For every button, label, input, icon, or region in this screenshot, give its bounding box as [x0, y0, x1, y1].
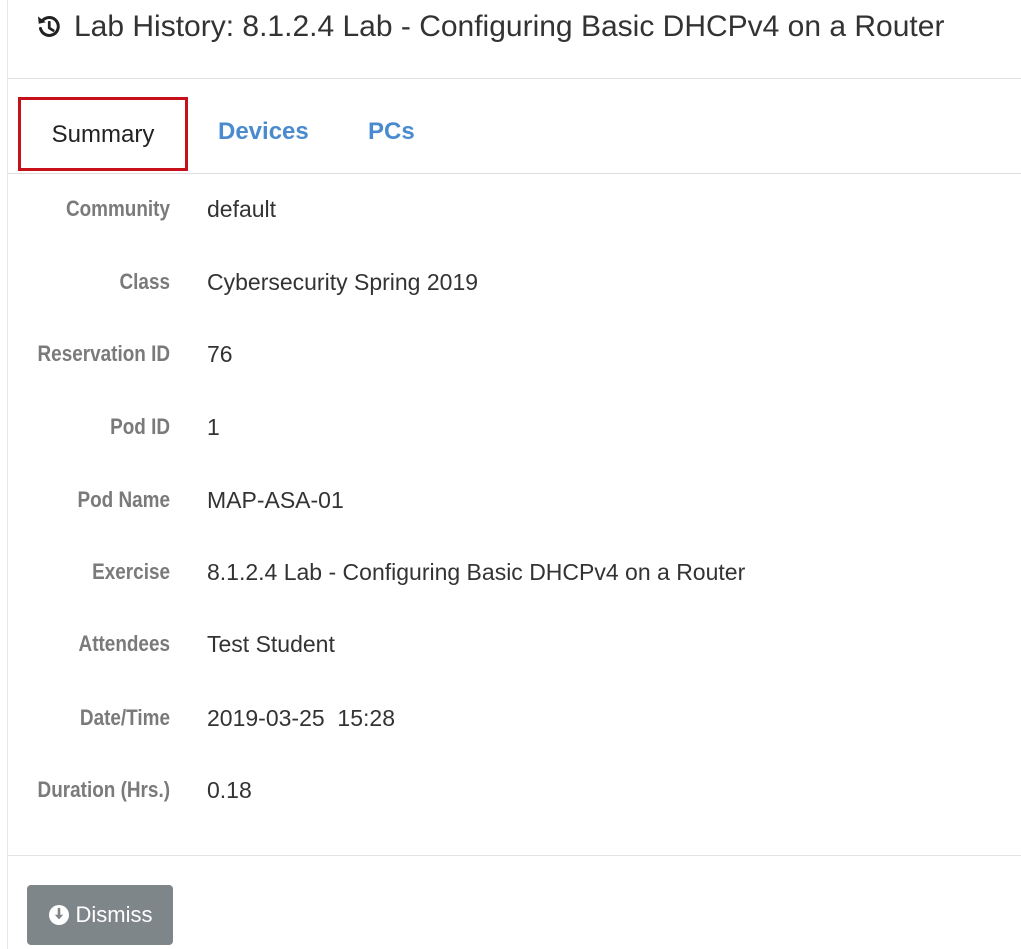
- dismiss-button-label: Dismiss: [75, 902, 153, 927]
- detail-label: Class: [119, 269, 170, 294]
- detail-row-duration: Duration (Hrs.) 0.18: [8, 772, 1021, 808]
- detail-row-attendees: Attendees Test Student: [8, 626, 1021, 662]
- tab-summary[interactable]: Summary: [18, 97, 188, 171]
- arrow-circle-down-icon: [48, 904, 70, 926]
- detail-label: Exercise: [92, 559, 170, 584]
- detail-label: Attendees: [78, 631, 170, 656]
- detail-row-pod-name: Pod Name MAP-ASA-01: [8, 482, 1021, 518]
- detail-row-exercise: Exercise 8.1.2.4 Lab - Configuring Basic…: [8, 554, 1021, 590]
- detail-value: 0.18: [207, 777, 252, 803]
- detail-row-pod-id: Pod ID 1: [8, 409, 1021, 445]
- detail-value: Test Student: [207, 631, 335, 657]
- detail-value: 76: [207, 341, 233, 367]
- modal-header: Lab History: 8.1.2.4 Lab - Configuring B…: [8, 0, 1021, 79]
- detail-label: Reservation ID: [37, 341, 170, 366]
- page-title-text: Lab History: 8.1.2.4 Lab - Configuring B…: [74, 10, 945, 43]
- detail-label: Community: [65, 196, 170, 221]
- detail-value: default: [207, 196, 277, 222]
- detail-value: 1: [207, 414, 220, 440]
- detail-label: Pod ID: [110, 414, 170, 439]
- detail-label: Duration (Hrs.): [37, 777, 170, 802]
- tab-bar: Summary Devices PCs: [8, 97, 1021, 174]
- detail-value: 2019-03-25 15:28: [207, 705, 395, 731]
- detail-row-community: Community default: [8, 191, 1021, 227]
- detail-label: Pod Name: [77, 487, 170, 512]
- tab-pcs[interactable]: PCs: [368, 97, 415, 165]
- detail-value: Cybersecurity Spring 2019: [207, 269, 479, 295]
- detail-value: MAP-ASA-01: [207, 487, 344, 513]
- detail-row-class: Class Cybersecurity Spring 2019: [8, 264, 1021, 300]
- page-title: Lab History: 8.1.2.4 Lab - Configuring B…: [34, 8, 944, 46]
- history-icon: [34, 12, 64, 42]
- dismiss-button[interactable]: Dismiss: [27, 885, 173, 945]
- detail-row-date-time: Date/Time 2019-03-25 15:28: [8, 700, 1021, 736]
- detail-label: Date/Time: [79, 705, 170, 730]
- detail-value: 8.1.2.4 Lab - Configuring Basic DHCPv4 o…: [207, 559, 746, 585]
- tab-devices[interactable]: Devices: [218, 97, 309, 165]
- detail-row-reservation-id: Reservation ID 76: [8, 336, 1021, 372]
- footer-divider: [8, 855, 1021, 856]
